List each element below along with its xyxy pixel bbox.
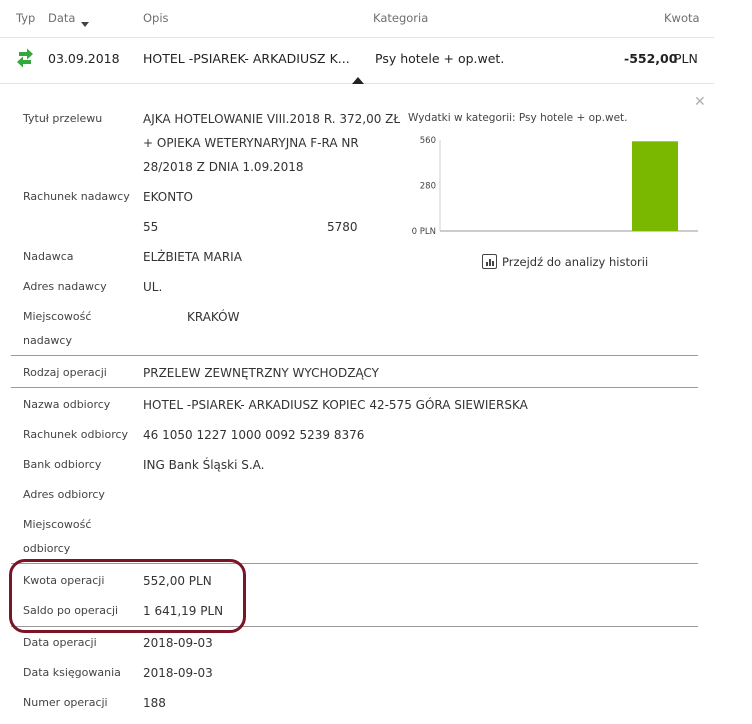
label-nazwa-odbiorcy: Nazwa odbiorcy [23, 398, 111, 411]
col-data-label: Data [48, 11, 76, 25]
bar-chart-icon [482, 254, 497, 269]
transaction-date: 03.09.2018 [48, 51, 120, 66]
value-tytul-line3: 28/2018 Z DNIA 1.09.2018 [143, 160, 304, 174]
close-icon[interactable]: ✕ [694, 94, 706, 110]
label-rodzaj-operacji: Rodzaj operacji [23, 366, 107, 379]
label-tytul: Tytuł przelewu [23, 112, 103, 125]
expand-pointer-icon [352, 77, 364, 84]
label-rachunek-nadawcy: Rachunek nadawcy [23, 190, 130, 203]
chart-y-tick-label: 280 [420, 182, 436, 192]
chart-bar [632, 141, 678, 231]
value-data-operacji: 2018-09-03 [143, 636, 213, 650]
value-bank-odbiorcy: ING Bank Śląski S.A. [143, 458, 265, 472]
chart-title: Wydatki w kategorii: Psy hotele + op.wet… [408, 112, 628, 124]
label-numer-operacji: Numer operacji [23, 696, 108, 709]
value-rachunek-nadawcy-name: EKONTO [143, 190, 193, 204]
label-adres-odbiorcy: Adres odbiorcy [23, 488, 105, 501]
sort-desc-icon [81, 22, 90, 27]
value-nadawca: ELŻBIETA MARIA [143, 250, 242, 264]
highlight-annotation [9, 559, 246, 633]
label-miejscowosc-nadawcy-2: nadawcy [23, 334, 72, 347]
label-adres-nadawcy: Adres nadawcy [23, 280, 107, 293]
value-tytul-line2: + OPIEKA WETERYNARYJNA F-RA NR [143, 136, 359, 150]
transaction-currency: PLN [674, 51, 698, 66]
label-miejscowosc-odbiorcy-2: odbiorcy [23, 542, 71, 555]
label-nadawca: Nadawca [23, 250, 74, 263]
label-data-operacji: Data operacji [23, 636, 97, 649]
col-data-sort[interactable]: Data [48, 11, 90, 27]
value-data-ksiegowania: 2018-09-03 [143, 666, 213, 680]
label-miejscowosc-nadawcy-1: Miejscowość [23, 310, 92, 323]
value-adres-nadawcy: UL. [143, 280, 163, 294]
value-rachunek-nadawcy-part2: 5780 [327, 220, 358, 234]
analysis-history-label: Przejdź do analizy historii [502, 254, 649, 269]
transaction-amount: -552,00 [624, 51, 678, 66]
list-header: Typ Data Opis Kategoria Kwota [0, 0, 714, 38]
category-spending-chart: 0 PLN 280 560 [412, 136, 698, 237]
label-miejscowosc-odbiorcy-1: Miejscowość [23, 518, 92, 531]
label-data-ksiegowania: Data księgowania [23, 666, 121, 679]
divider [11, 387, 698, 388]
value-miejscowosc-nadawcy: KRAKÓW [187, 310, 240, 324]
transfer-arrows-icon [16, 47, 34, 73]
label-bank-odbiorcy: Bank odbiorcy [23, 458, 102, 471]
col-kwota: Kwota [664, 11, 700, 25]
label-rachunek-odbiorcy: Rachunek odbiorcy [23, 428, 129, 441]
col-typ: Typ [16, 11, 36, 25]
transaction-category: Psy hotele + op.wet. [375, 51, 505, 66]
value-numer-operacji: 188 [143, 696, 166, 710]
chart-y-tick-label: 0 PLN [412, 227, 436, 237]
value-rachunek-odbiorcy: 46 1050 1227 1000 0092 5239 8376 [143, 428, 365, 442]
value-rodzaj-operacji: PRZELEW ZEWNĘTRZNY WYCHODZĄCY [143, 366, 379, 380]
value-nazwa-odbiorcy: HOTEL -PSIAREK- ARKADIUSZ KOPIEC 42-575 … [143, 398, 528, 412]
analysis-history-link[interactable]: Przejdź do analizy historii [482, 254, 648, 269]
divider [11, 355, 698, 356]
value-rachunek-nadawcy-part1: 55 [143, 220, 159, 234]
col-kategoria: Kategoria [373, 11, 429, 25]
chart-y-tick-label: 560 [420, 136, 436, 146]
value-tytul-line1: AJKA HOTELOWANIE VIII.2018 R. 372,00 ZŁ [143, 112, 401, 126]
transaction-description: HOTEL -PSIAREK- ARKADIUSZ K... [143, 51, 350, 66]
col-opis: Opis [143, 11, 169, 25]
